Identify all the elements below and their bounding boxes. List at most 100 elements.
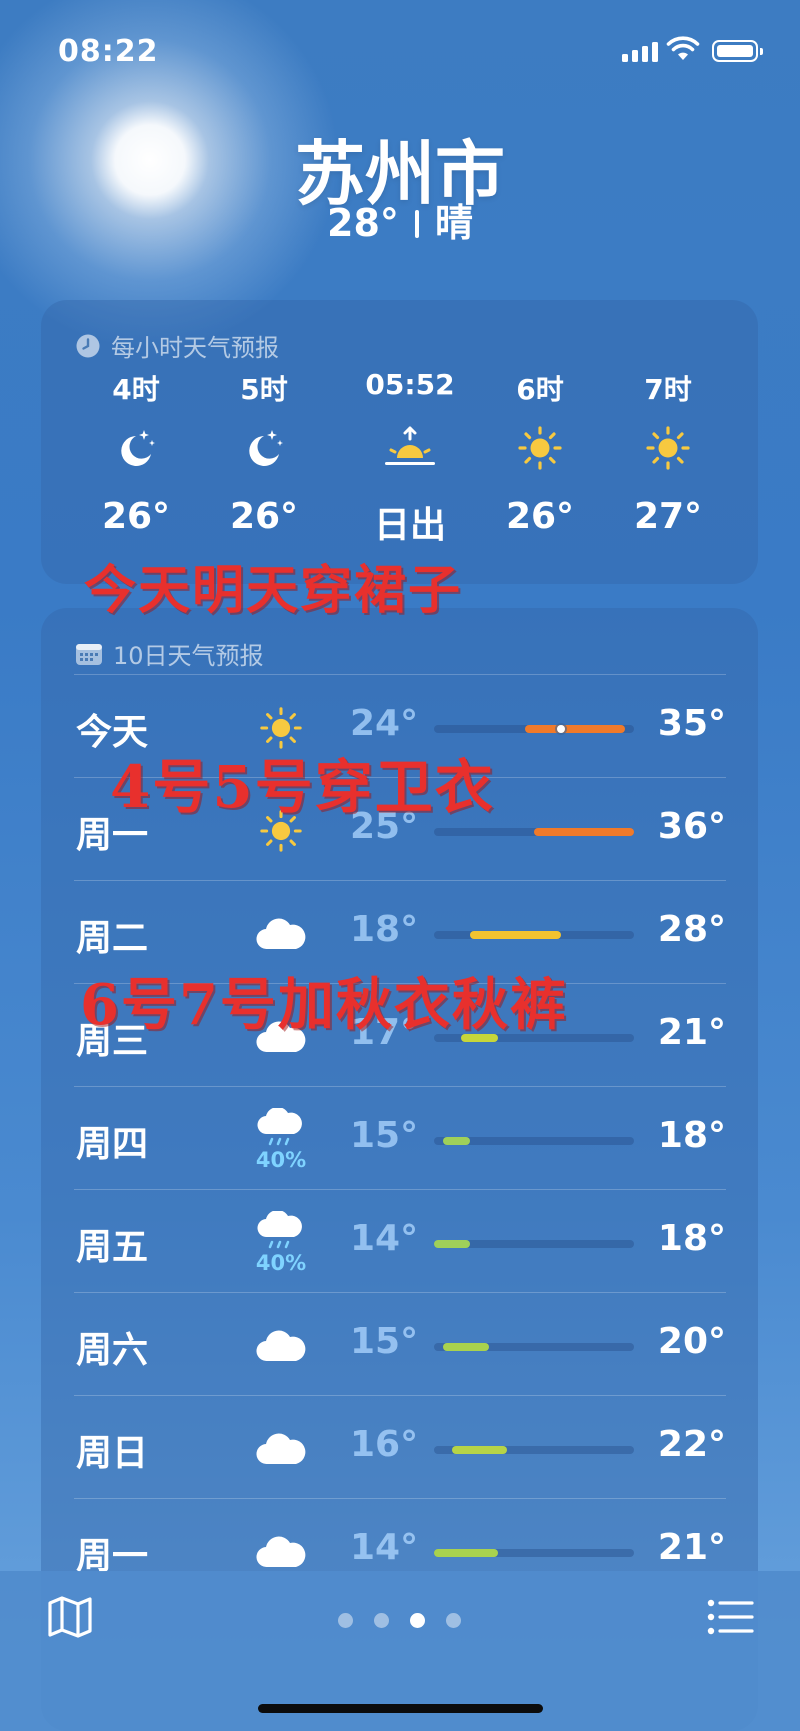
low-temp: 15° (350, 1115, 419, 1156)
low-temp: 16° (350, 1424, 419, 1465)
hour-item-5[interactable]: 5时 26° (209, 368, 319, 537)
high-temp: 18° (657, 1218, 726, 1259)
temp-range-bar (434, 931, 634, 939)
hour-item-7[interactable]: 7时 27° (613, 368, 723, 537)
day-label: 周六 (76, 1330, 149, 1371)
battery-icon (712, 40, 763, 62)
temp-range-bar (434, 1343, 634, 1351)
day-label: 周日 (76, 1433, 149, 1474)
cloud-rain-icon: 40% (244, 1105, 318, 1175)
status-bar: 08:22 (0, 0, 800, 100)
high-temp: 21° (657, 1527, 726, 1568)
cloud-icon (244, 1414, 318, 1484)
overlay-text: 6号7号加秋衣秋裤 (80, 972, 568, 1038)
hour-item-4[interactable]: 4时 26° (81, 368, 191, 537)
day-label: 周四 (76, 1124, 149, 1165)
temp-range-fill (434, 1549, 498, 1557)
temp-range-fill (434, 1240, 471, 1248)
day-label: 周五 (76, 1227, 149, 1268)
precip-chance: 40% (255, 1251, 307, 1275)
hour-item-sunrise[interactable]: 05:52 日出 (345, 368, 475, 548)
temp-range-bar (434, 1446, 634, 1454)
sun-icon (485, 408, 595, 488)
daily-row[interactable]: 周六 15° 20° (74, 1292, 726, 1395)
page-dot[interactable] (374, 1613, 389, 1628)
high-temp: 35° (657, 703, 726, 744)
low-temp: 18° (350, 909, 419, 950)
moon-stars-icon (81, 408, 191, 488)
map-icon[interactable] (46, 1593, 94, 1641)
high-temp: 22° (657, 1424, 726, 1465)
low-temp: 24° (350, 703, 419, 744)
high-temp: 21° (657, 1012, 726, 1053)
temp-range-bar (434, 828, 634, 836)
temp-range-fill (443, 1343, 489, 1351)
hour-temp: 26° (229, 496, 299, 537)
high-temp: 28° (657, 909, 726, 950)
current-condition: 晴 (434, 201, 473, 245)
temp-range-fill (534, 828, 634, 836)
cloud-icon (244, 1311, 318, 1381)
hour-time: 4时 (112, 373, 160, 406)
page-dot[interactable] (446, 1613, 461, 1628)
high-temp: 36° (657, 806, 726, 847)
temp-range-fill (470, 931, 562, 939)
hour-time: 05:52 (365, 368, 455, 401)
low-temp: 14° (350, 1218, 419, 1259)
separator (414, 210, 419, 238)
high-temp: 20° (657, 1321, 726, 1362)
daily-row[interactable]: 周四 40% 15° 18° (74, 1086, 726, 1189)
hour-temp: 26° (505, 496, 575, 537)
day-label: 周二 (76, 918, 149, 959)
bottom-toolbar (0, 1571, 800, 1731)
current-temperature: 28° (327, 201, 399, 245)
hourly-forecast-title: 每小时天气预报 (75, 328, 279, 363)
page-indicator[interactable] (338, 1613, 461, 1628)
wifi-icon (666, 36, 700, 60)
temp-range-bar (434, 1549, 634, 1557)
sunrise-icon (345, 408, 475, 488)
daily-title-text: 10日天气预报 (113, 642, 264, 670)
temp-range-fill (443, 1137, 471, 1145)
hourly-title-text: 每小时天气预报 (111, 334, 279, 362)
hour-item-partial[interactable]: 时 ° (41, 368, 65, 537)
high-temp: 18° (657, 1115, 726, 1156)
hourly-forecast-card[interactable]: 每小时天气预报 时 ° 4时 26° 5时 26° 05:52 (41, 300, 758, 584)
precip-chance: 40% (255, 1148, 307, 1172)
daily-row[interactable]: 周五 40% 14° 18° (74, 1189, 726, 1292)
cloud-icon (41, 408, 65, 488)
clock-icon (76, 334, 100, 357)
temp-range-bar (434, 1137, 634, 1145)
list-icon[interactable] (706, 1593, 756, 1641)
sun-icon (613, 408, 723, 488)
hour-time: 6时 (516, 373, 564, 406)
temp-range-bar (434, 1240, 634, 1248)
page-dot[interactable] (338, 1613, 353, 1628)
hour-temp: 26° (101, 496, 171, 537)
hour-time: 时 (41, 368, 65, 408)
low-temp: 15° (350, 1321, 419, 1362)
hour-time: 7时 (644, 373, 692, 406)
daily-row[interactable]: 周日 16° 22° (74, 1395, 726, 1498)
hour-temp: 27° (633, 496, 703, 537)
temp-range-fill (452, 1446, 507, 1454)
cellular-signal-icon (622, 42, 658, 62)
temp-range-bar (434, 725, 634, 733)
page-dot-active[interactable] (410, 1613, 425, 1628)
overlay-text: 4号5号穿卫衣 (110, 753, 495, 821)
low-temp: 14° (350, 1527, 419, 1568)
cloud-rain-icon: 40% (244, 1208, 318, 1278)
overlay-text: 今天明天穿裙子 (84, 560, 463, 621)
hour-temp: ° (41, 496, 65, 537)
status-time: 08:22 (58, 34, 159, 69)
hour-time: 5时 (240, 373, 288, 406)
calendar-icon (76, 643, 102, 665)
home-indicator[interactable] (258, 1704, 543, 1713)
hour-item-6[interactable]: 6时 26° (485, 368, 595, 537)
hour-temp: 日出 (373, 505, 446, 546)
daily-forecast-title: 10日天气预报 (75, 636, 264, 671)
current-conditions: 28° 晴 (0, 192, 800, 247)
cloud-icon (244, 899, 318, 969)
moon-stars-icon (209, 408, 319, 488)
temp-range-fill (524, 725, 625, 733)
